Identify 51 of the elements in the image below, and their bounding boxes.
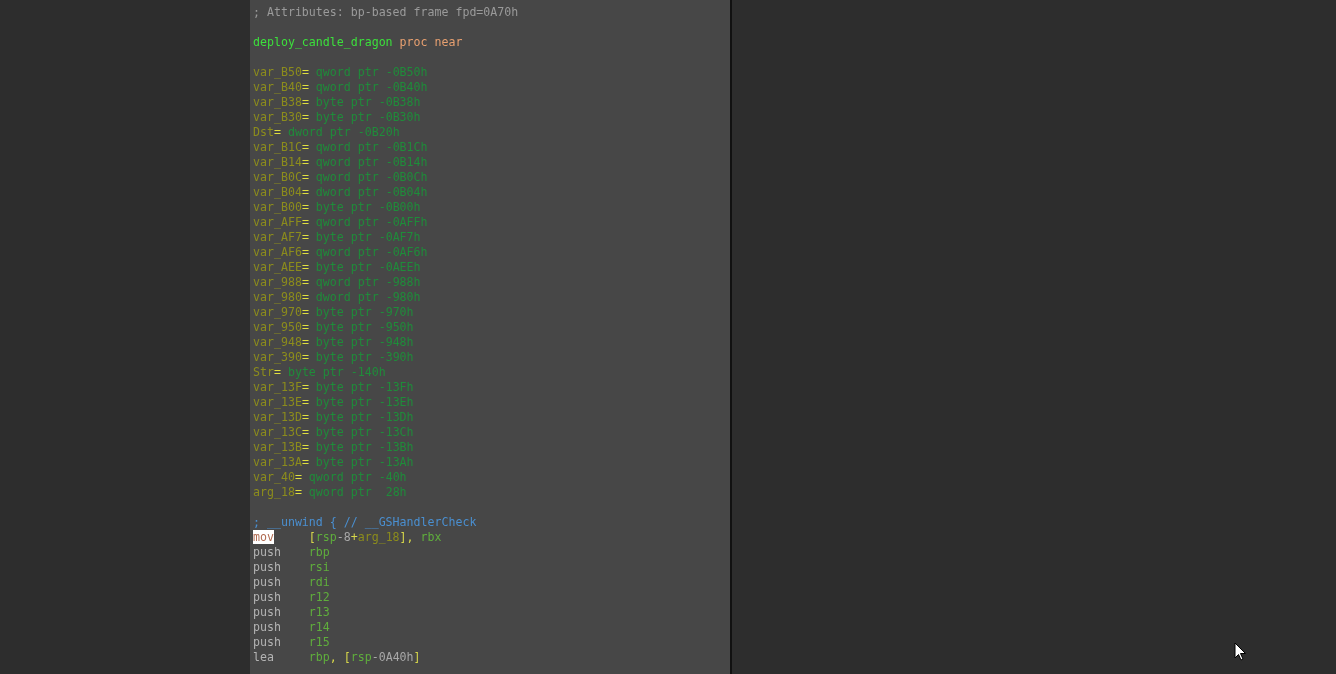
stack-variable: var_B00= byte ptr -0B00h bbox=[253, 200, 421, 215]
stack-variable: var_B38= byte ptr -0B38h bbox=[253, 95, 421, 110]
instruction-mnemonic[interactable]: push bbox=[253, 560, 281, 574]
stack-variable: var_980= dword ptr -980h bbox=[253, 290, 421, 305]
stack-variable: var_B14= qword ptr -0B14h bbox=[253, 155, 428, 170]
stack-variable: var_970= byte ptr -970h bbox=[253, 305, 414, 320]
instruction-mnemonic[interactable]: push bbox=[253, 545, 281, 559]
instruction-mnemonic[interactable]: lea bbox=[253, 650, 274, 664]
instruction-operands: [rsp-8+arg_18], rbx bbox=[308, 530, 442, 545]
stack-variable: var_AFF= qword ptr -0AFFh bbox=[253, 215, 428, 230]
stack-variable: var_B0C= qword ptr -0B0Ch bbox=[253, 170, 428, 185]
instruction-mnemonic[interactable]: push bbox=[253, 635, 281, 649]
stack-variable: var_B30= byte ptr -0B30h bbox=[253, 110, 421, 125]
instruction-mnemonic[interactable]: mov bbox=[253, 530, 274, 544]
stack-variable: var_988= qword ptr -988h bbox=[253, 275, 421, 290]
mouse-pointer-icon bbox=[1234, 642, 1247, 661]
stack-variable: var_948= byte ptr -948h bbox=[253, 335, 414, 350]
instruction-operands: r15 bbox=[308, 635, 330, 650]
stack-variable: var_B1C= qword ptr -0B1Ch bbox=[253, 140, 428, 155]
stack-variable: var_390= byte ptr -390h bbox=[253, 350, 414, 365]
stack-variable: var_AEE= byte ptr -0AEEh bbox=[253, 260, 421, 275]
stack-variable: var_13E= byte ptr -13Eh bbox=[253, 395, 414, 410]
stack-variable: var_13A= byte ptr -13Ah bbox=[253, 455, 414, 470]
stack-variable: var_13F= byte ptr -13Fh bbox=[253, 380, 414, 395]
stack-variable: var_B04= dword ptr -0B04h bbox=[253, 185, 428, 200]
instruction-operands: rdi bbox=[308, 575, 330, 590]
stack-variable: Dst= dword ptr -0B20h bbox=[253, 125, 400, 140]
instruction-mnemonic[interactable]: push bbox=[253, 605, 281, 619]
instruction-mnemonic[interactable]: push bbox=[253, 620, 281, 634]
instruction-mnemonic[interactable]: push bbox=[253, 575, 281, 589]
instruction-operands: rbp bbox=[308, 545, 330, 560]
instruction-operands: rbp, [rsp-0A40h] bbox=[308, 650, 421, 665]
stack-variable: var_40= qword ptr -40h bbox=[253, 470, 407, 485]
code-comment: ; Attributes: bp-based frame fpd=0A70h bbox=[253, 5, 519, 20]
instruction-mnemonic[interactable]: push bbox=[253, 590, 281, 604]
instruction-operands: r14 bbox=[308, 620, 330, 635]
stack-variable: var_13C= byte ptr -13Ch bbox=[253, 425, 414, 440]
procedure-header: deploy_candle_dragon proc near bbox=[253, 35, 463, 50]
instruction-operands: r12 bbox=[308, 590, 330, 605]
stack-variable: var_B50= qword ptr -0B50h bbox=[253, 65, 428, 80]
stack-variable: var_13D= byte ptr -13Dh bbox=[253, 410, 414, 425]
stack-variable: Str= byte ptr -140h bbox=[253, 365, 386, 380]
stack-variable: var_AF6= qword ptr -0AF6h bbox=[253, 245, 428, 260]
code-comment: ; __unwind { // __GSHandlerCheck bbox=[253, 515, 477, 530]
stack-variable: var_B40= qword ptr -0B40h bbox=[253, 80, 428, 95]
stack-variable: var_AF7= byte ptr -0AF7h bbox=[253, 230, 421, 245]
stack-variable: var_950= byte ptr -950h bbox=[253, 320, 414, 335]
stack-variable: var_13B= byte ptr -13Bh bbox=[253, 440, 414, 455]
instruction-operands: rsi bbox=[308, 560, 330, 575]
stack-variable: arg_18= qword ptr 28h bbox=[253, 485, 407, 500]
instruction-operands: r13 bbox=[308, 605, 330, 620]
